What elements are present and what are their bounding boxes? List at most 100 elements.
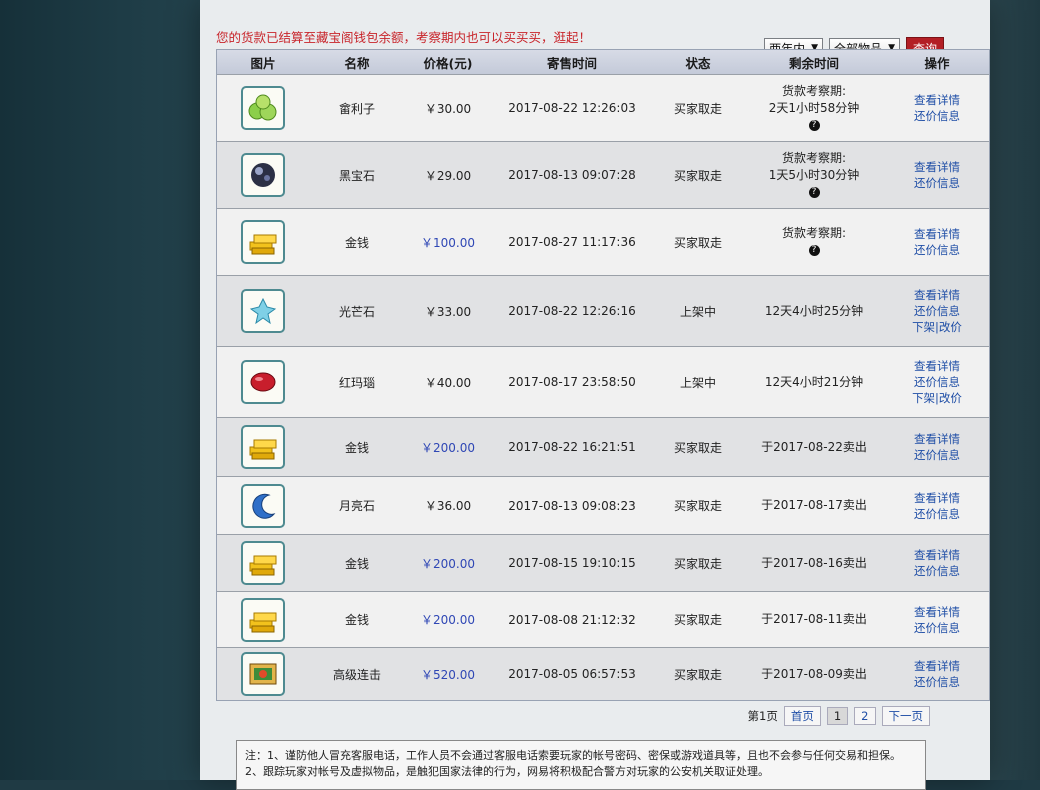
item-image-cell <box>217 652 309 696</box>
page-2-button[interactable]: 2 <box>854 707 876 725</box>
table-row: 金钱 ￥100.00 2017-08-27 11:17:36 买家取走 货款考察… <box>217 208 989 275</box>
item-image-cell <box>217 425 309 469</box>
remaining-time: 货款考察期:? <box>743 225 885 259</box>
help-icon[interactable]: ? <box>808 186 820 198</box>
table-row: 金钱 ￥200.00 2017-08-22 16:21:51 买家取走 于201… <box>217 417 989 476</box>
item-price: ￥100.00 <box>421 235 475 250</box>
consign-time: 2017-08-08 21:12:32 <box>508 612 636 627</box>
red-agate-icon[interactable] <box>241 360 285 404</box>
item-price: ￥200.00 <box>421 440 475 455</box>
gold-bars-icon[interactable] <box>241 597 285 642</box>
remaining-time: 12天4小时25分钟 <box>743 303 885 320</box>
gold-bars-icon[interactable] <box>241 541 285 585</box>
col-remaining: 剩余时间 <box>788 55 839 71</box>
green-plum-icon[interactable] <box>241 86 285 130</box>
action-link[interactable]: 下架|改价 <box>885 319 989 335</box>
remaining-time: 12天4小时21分钟 <box>743 374 885 391</box>
item-name: 光芒石 <box>338 304 375 319</box>
action-links: 查看详情 还价信息 <box>885 490 989 522</box>
item-price: ￥33.00 <box>424 304 472 319</box>
moon-stone-icon[interactable] <box>241 483 285 528</box>
remaining-line: 于2017-08-22卖出 <box>761 439 867 454</box>
combo-book-icon[interactable] <box>241 652 285 696</box>
item-status: 买家取走 <box>673 440 722 455</box>
action-link[interactable]: 查看详情 <box>885 490 989 506</box>
col-actions: 操作 <box>924 55 950 71</box>
help-icon[interactable]: ? <box>808 245 820 256</box>
remaining-time: 于2017-08-16卖出 <box>743 555 885 572</box>
table-row: 月亮石 ￥36.00 2017-08-13 09:08:23 买家取走 于201… <box>217 476 989 534</box>
consign-time: 2017-08-22 12:26:03 <box>508 101 636 115</box>
action-link[interactable]: 查看详情 <box>885 604 989 620</box>
action-link[interactable]: 查看详情 <box>885 226 989 242</box>
table-row: 高级连击 ￥520.00 2017-08-05 06:57:53 买家取走 于2… <box>217 647 989 700</box>
remaining-line: 于2017-08-17卖出 <box>761 498 867 512</box>
item-name: 畲利子 <box>338 101 375 116</box>
item-image-cell <box>217 153 309 197</box>
black-gem-icon[interactable] <box>241 153 285 197</box>
item-price: ￥200.00 <box>421 556 475 571</box>
action-link[interactable]: 还价信息 <box>885 108 989 124</box>
next-page-button[interactable]: 下一页 <box>881 706 930 726</box>
table-row: 光芒石 ￥33.00 2017-08-22 12:26:16 上架中 12天4小… <box>217 275 989 346</box>
table-row: 红玛瑙 ￥40.00 2017-08-17 23:58:50 上架中 12天4小… <box>217 346 989 417</box>
action-link[interactable]: 查看详情 <box>885 358 989 374</box>
action-links: 查看详情 还价信息 <box>885 431 989 463</box>
item-status: 买家取走 <box>673 168 722 183</box>
remaining-line: 货款考察期: <box>781 83 847 98</box>
action-link[interactable]: 查看详情 <box>885 92 989 108</box>
action-link[interactable]: 查看详情 <box>885 431 989 447</box>
remaining-line: 1天5小时30分钟 <box>768 167 860 182</box>
action-links: 查看详情 还价信息 <box>885 604 989 636</box>
item-image-cell <box>217 289 309 333</box>
action-link[interactable]: 还价信息 <box>885 674 989 690</box>
item-image-cell <box>217 86 309 130</box>
remaining-line: 12天4小时25分钟 <box>764 303 864 318</box>
item-image-cell <box>217 220 309 264</box>
remaining-time: 货款考察期: 2天1小时58分钟? <box>743 83 885 134</box>
consign-time: 2017-08-15 19:10:15 <box>508 556 636 570</box>
remaining-time: 货款考察期: 1天5小时30分钟? <box>743 150 885 201</box>
action-link[interactable]: 还价信息 <box>885 620 989 636</box>
col-image: 图片 <box>250 55 276 71</box>
item-price: ￥36.00 <box>424 499 472 513</box>
item-price: ￥200.00 <box>421 613 475 627</box>
gold-bars-icon[interactable] <box>241 425 285 469</box>
consign-time: 2017-08-13 09:08:23 <box>508 498 636 513</box>
help-icon[interactable]: ? <box>808 119 820 131</box>
action-link[interactable]: 还价信息 <box>885 563 989 579</box>
pagination: 第1页 首页 1 2 下一页 <box>748 706 930 726</box>
item-price: ￥29.00 <box>424 168 472 183</box>
action-link[interactable]: 还价信息 <box>885 506 989 522</box>
col-name: 名称 <box>344 55 370 71</box>
remaining-line: 货款考察期: <box>781 226 847 240</box>
gold-bars-icon[interactable] <box>241 220 285 264</box>
item-price: ￥30.00 <box>424 101 472 116</box>
action-link[interactable]: 还价信息 <box>885 447 989 463</box>
action-link[interactable]: 查看详情 <box>885 287 989 303</box>
item-image-cell <box>217 483 309 528</box>
action-link[interactable]: 还价信息 <box>885 374 989 390</box>
consign-time: 2017-08-22 12:26:16 <box>508 304 636 318</box>
action-link[interactable]: 查看详情 <box>885 547 989 563</box>
shining-stone-icon[interactable] <box>241 289 285 333</box>
action-link[interactable]: 还价信息 <box>885 175 989 191</box>
page-1-button[interactable]: 1 <box>826 707 849 725</box>
action-links: 查看详情 还价信息 <box>885 159 989 191</box>
action-link[interactable]: 查看详情 <box>885 159 989 175</box>
remaining-line: 2天1小时58分钟 <box>768 100 860 115</box>
action-link[interactable]: 还价信息 <box>885 242 989 258</box>
action-link[interactable]: 下架|改价 <box>885 390 989 406</box>
action-link[interactable]: 查看详情 <box>885 658 989 674</box>
table-row: 畲利子 ￥30.00 2017-08-22 12:26:03 买家取走 货款考察… <box>217 74 989 141</box>
consign-time: 2017-08-17 23:58:50 <box>508 375 636 389</box>
item-image-cell <box>217 597 309 642</box>
first-page-button[interactable]: 首页 <box>783 706 821 726</box>
action-link[interactable]: 还价信息 <box>885 303 989 319</box>
consign-time: 2017-08-05 06:57:53 <box>508 667 636 681</box>
remaining-line: 12天4小时21分钟 <box>764 374 864 389</box>
consign-time: 2017-08-22 16:21:51 <box>508 440 636 454</box>
col-status: 状态 <box>685 55 711 71</box>
item-status: 上架中 <box>679 375 716 390</box>
col-price: 价格(元) <box>423 55 473 71</box>
